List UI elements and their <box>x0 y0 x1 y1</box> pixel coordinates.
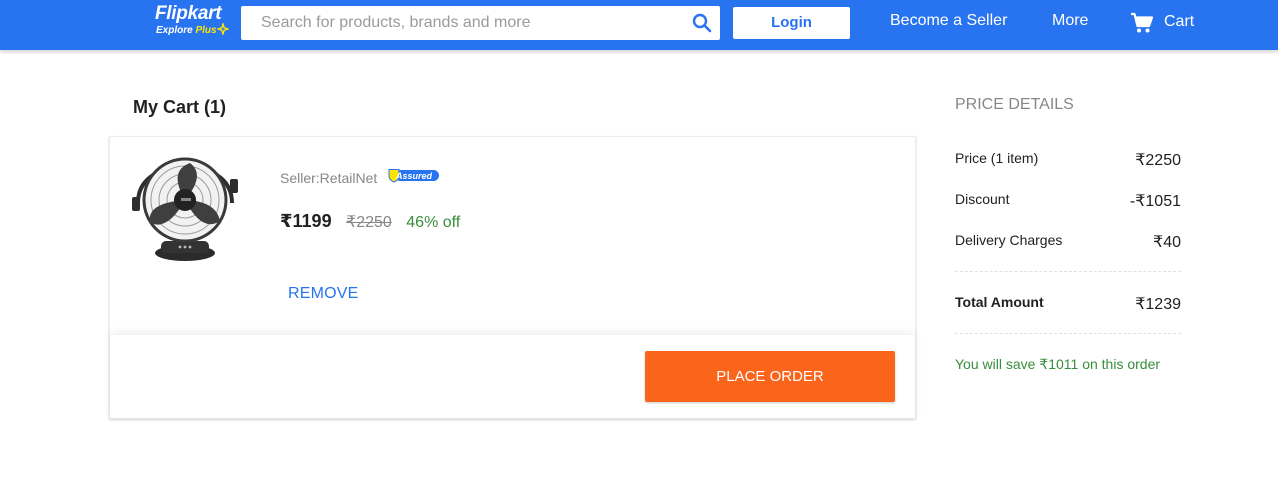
discount-label: Discount <box>955 191 1010 207</box>
logo-tagline: Explore Plus <box>156 25 217 36</box>
cart-card: Seller:RetailNet Assured ₹1199 ₹2250 46%… <box>109 136 916 419</box>
plus-star-icon <box>217 23 229 35</box>
delivery-value: ₹40 <box>1153 234 1181 251</box>
product-image-table-fan[interactable] <box>128 153 242 267</box>
total-label: Total Amount <box>955 294 1044 310</box>
flipkart-logo[interactable]: Flipkart Explore Plus <box>155 3 235 43</box>
divider <box>955 333 1181 334</box>
divider <box>955 271 1181 272</box>
price-row-discount: Discount -₹1051 <box>955 191 1181 211</box>
delivery-label: Delivery Charges <box>955 232 1063 248</box>
more-menu[interactable]: More <box>1052 12 1088 30</box>
remove-button[interactable]: REMOVE <box>288 285 359 303</box>
total-value: ₹1239 <box>1135 296 1181 313</box>
price-original: ₹2250 <box>346 214 392 231</box>
place-order-button[interactable]: PLACE ORDER <box>645 351 895 402</box>
place-order-bar: PLACE ORDER <box>110 335 915 418</box>
price-row-total: Total Amount ₹1239 <box>955 294 1181 314</box>
cart-item: Seller:RetailNet Assured ₹1199 ₹2250 46%… <box>110 137 915 335</box>
price-current: ₹1199 <box>280 211 332 231</box>
top-header: Flipkart Explore Plus Login Become a Sel… <box>0 0 1278 50</box>
cart-icon <box>1131 12 1154 33</box>
login-button[interactable]: Login <box>733 7 850 39</box>
price-discount: 46% off <box>406 214 461 231</box>
logo-name: Flipkart <box>155 3 222 24</box>
logo-tag-plus: Plus <box>195 25 217 36</box>
price-details-title: PRICE DETAILS <box>955 96 1074 113</box>
discount-value: -₹1051 <box>1129 193 1181 210</box>
price-label: Price (1 item) <box>955 150 1039 166</box>
assured-badge-text: Assured <box>395 171 433 181</box>
price-row: ₹1199 ₹2250 46% off <box>280 211 460 232</box>
search-input[interactable] <box>241 6 681 40</box>
cart-title: My Cart (1) <box>133 97 227 117</box>
become-seller-link[interactable]: Become a Seller <box>890 12 1007 30</box>
price-row-items: Price (1 item) ₹2250 <box>955 150 1181 170</box>
price-details-panel: PRICE DETAILS Price (1 item) ₹2250 Disco… <box>955 96 1181 372</box>
price-value: ₹2250 <box>1135 152 1181 169</box>
search-bar <box>241 6 720 40</box>
logo-tag-explore: Explore <box>156 25 193 36</box>
seller-name: Seller:RetailNet <box>280 170 378 186</box>
price-row-delivery: Delivery Charges ₹40 <box>955 232 1181 252</box>
savings-message: You will save ₹1011 on this order <box>955 356 1161 372</box>
cart-label: Cart <box>1164 13 1195 30</box>
assured-badge-icon: Assured <box>388 169 439 183</box>
search-icon[interactable] <box>692 13 712 33</box>
